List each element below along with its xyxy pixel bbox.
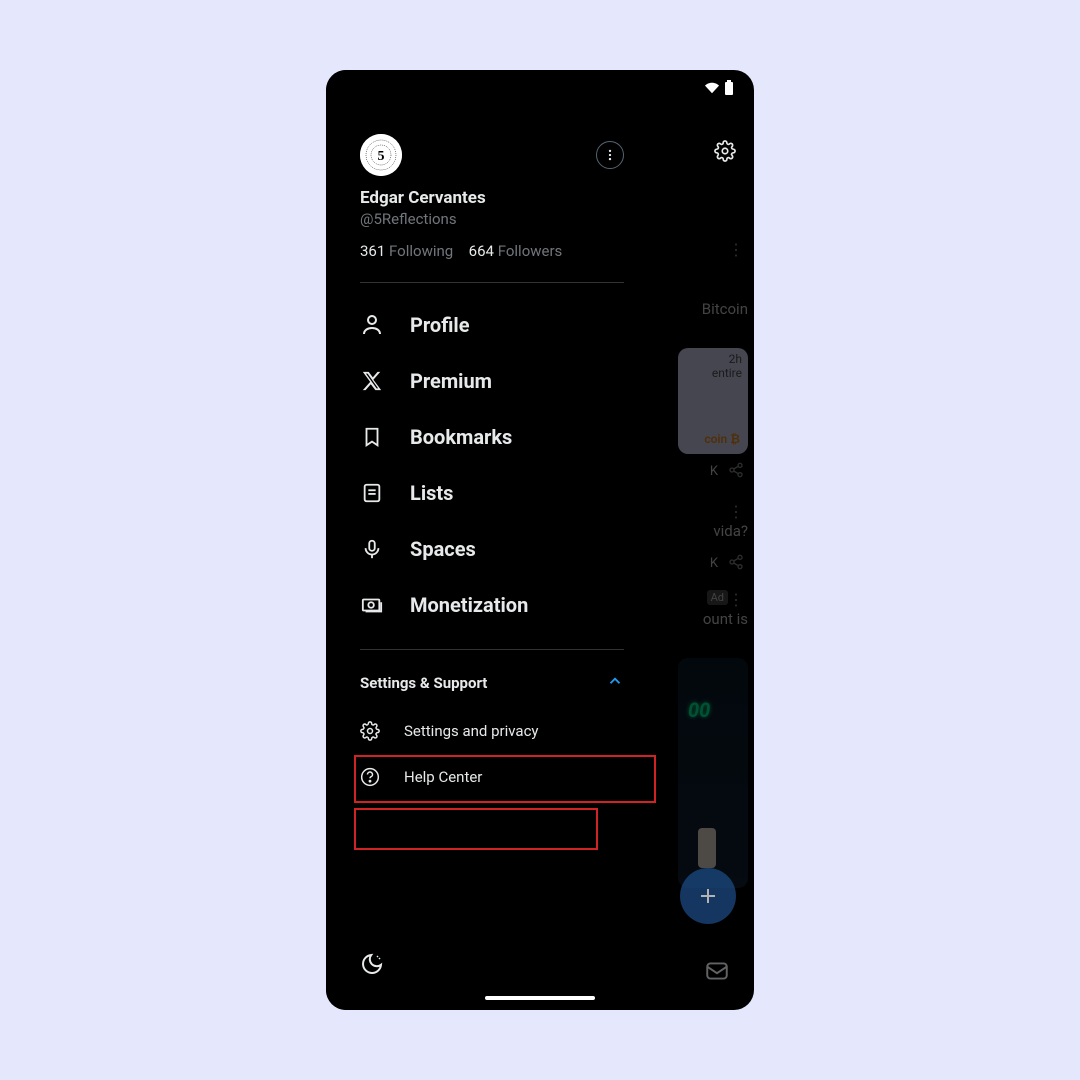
ghost-text: Bitcoin — [702, 300, 748, 318]
bookmark-icon — [360, 425, 384, 449]
nav-item-bookmarks[interactable]: Bookmarks — [326, 409, 658, 465]
section-title: Settings & Support — [360, 674, 487, 692]
nav-drawer: 5 Edgar Cervantes @5Reflections 361 Foll… — [326, 70, 658, 1010]
nav-item-profile[interactable]: Profile — [326, 297, 658, 353]
settings-gear-icon[interactable] — [714, 140, 736, 166]
sub-item-label: Settings and privacy — [404, 722, 539, 740]
divider — [360, 649, 624, 650]
display-name[interactable]: Edgar Cervantes — [360, 188, 624, 208]
home-indicator — [485, 996, 595, 1000]
nav-item-lists[interactable]: Lists — [326, 465, 658, 521]
monetization-icon — [360, 593, 384, 617]
nav-label: Premium — [410, 369, 492, 393]
nav-label: Spaces — [410, 537, 476, 561]
messages-tab-icon[interactable] — [704, 958, 730, 988]
nav-label: Monetization — [410, 593, 528, 617]
nav-label: Lists — [410, 481, 453, 505]
nav-label: Bookmarks — [410, 425, 512, 449]
spaces-mic-icon — [360, 537, 384, 561]
settings-and-privacy-item[interactable]: Settings and privacy — [326, 708, 658, 754]
nav-item-spaces[interactable]: Spaces — [326, 521, 658, 577]
nav-item-monetization[interactable]: Monetization — [326, 577, 658, 633]
chevron-up-icon — [606, 672, 624, 694]
compose-fab[interactable] — [680, 868, 736, 924]
follow-stats: 361 Following 664 Followers — [360, 242, 624, 260]
help-icon — [360, 767, 380, 787]
user-handle[interactable]: @5Reflections — [360, 210, 624, 228]
sub-item-label: Help Center — [404, 768, 482, 786]
svg-text:5: 5 — [378, 149, 385, 164]
nav-label: Profile — [410, 313, 470, 337]
dark-mode-toggle-icon[interactable] — [360, 961, 384, 980]
gear-icon — [360, 721, 380, 741]
more-accounts-button[interactable] — [596, 141, 624, 169]
help-center-item[interactable]: Help Center — [326, 754, 658, 800]
avatar[interactable]: 5 — [360, 134, 402, 176]
settings-support-header[interactable]: Settings & Support — [326, 658, 658, 708]
nav-item-premium[interactable]: Premium — [326, 353, 658, 409]
following-count[interactable]: 361 — [360, 242, 385, 260]
phone-frame: 11:28 5 Edgar Cervantes @5Refle — [326, 70, 754, 1010]
following-label[interactable]: Following — [389, 242, 453, 260]
profile-icon — [360, 313, 384, 337]
followers-count[interactable]: 664 — [469, 242, 494, 260]
nav-list: Profile Premium Bookmarks Lists — [326, 289, 658, 641]
divider — [360, 282, 624, 283]
x-premium-icon — [360, 369, 384, 393]
followers-label[interactable]: Followers — [498, 242, 563, 260]
list-icon — [360, 481, 384, 505]
